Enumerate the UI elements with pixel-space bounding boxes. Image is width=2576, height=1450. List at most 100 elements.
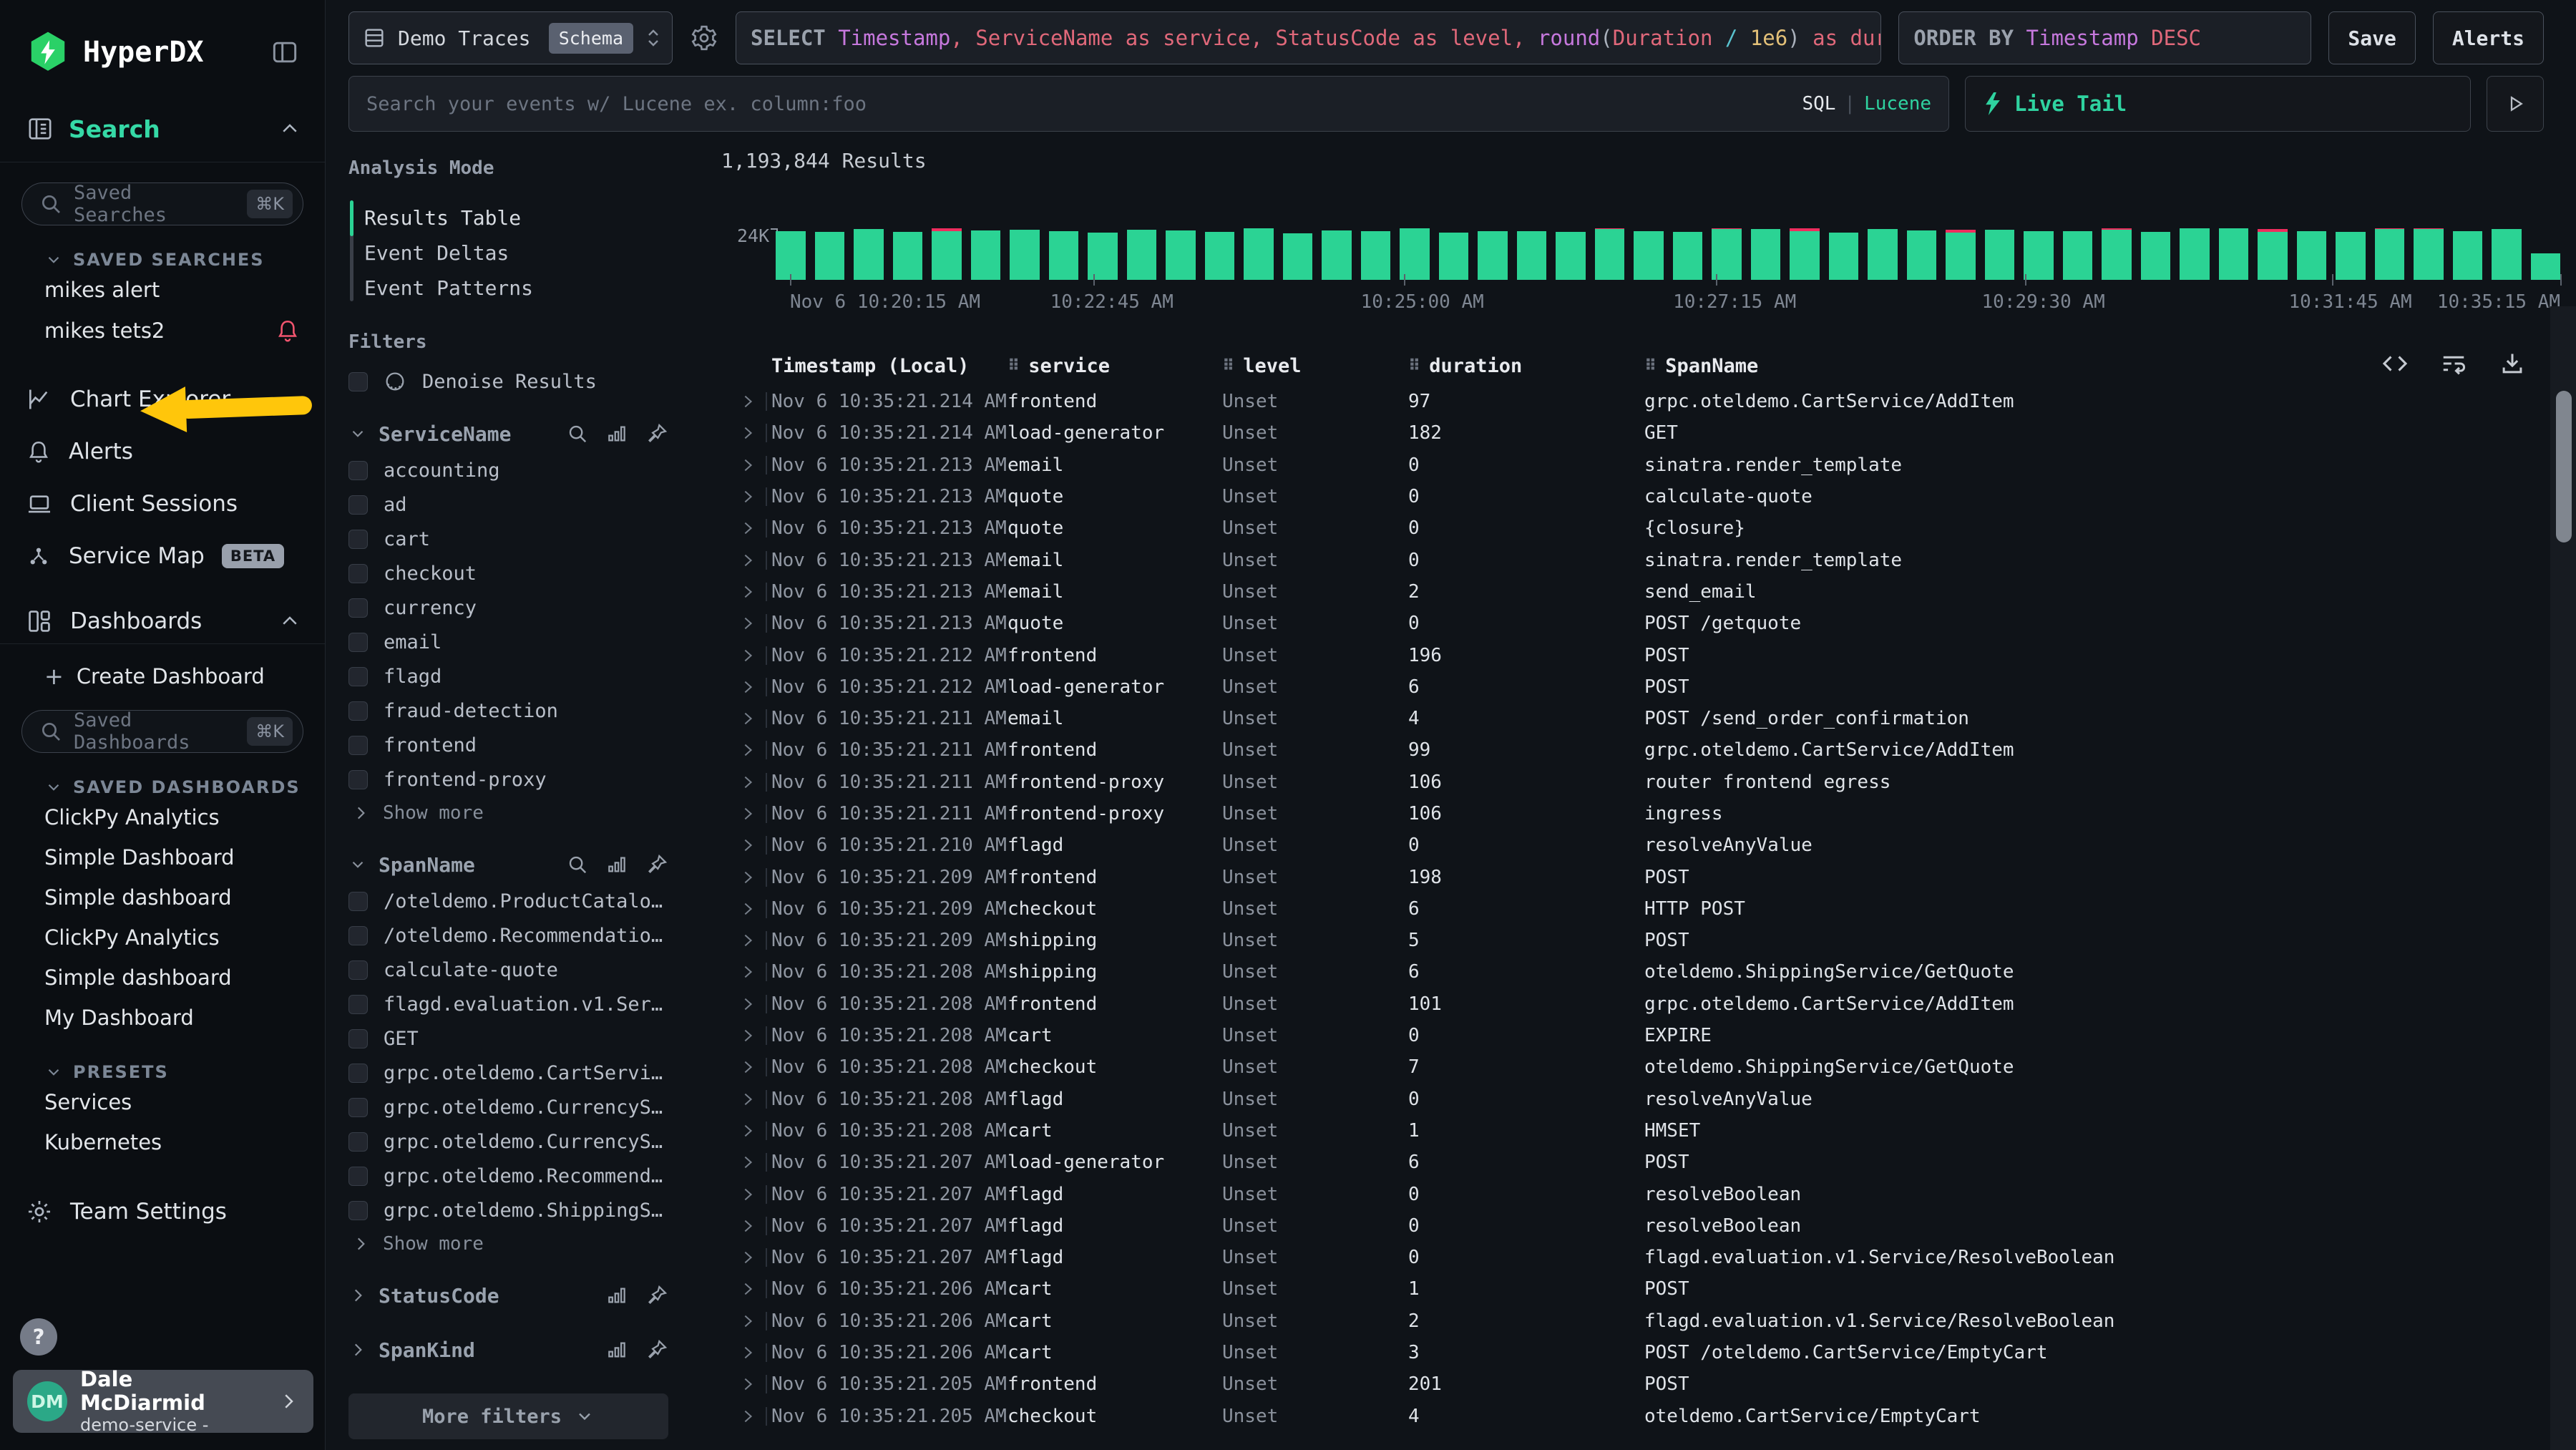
expand-row-chevron-icon[interactable]: [721, 678, 771, 696]
table-row[interactable]: Nov 6 10:35:21.211 AMfrontend-proxyUnset…: [721, 767, 2576, 798]
run-query-button[interactable]: [2487, 76, 2544, 132]
expand-row-chevron-icon[interactable]: [721, 1217, 771, 1235]
saved-dashboard-item[interactable]: Simple dashboard: [0, 877, 325, 918]
filter-checkbox-item[interactable]: currency: [348, 590, 668, 625]
expand-row-chevron-icon[interactable]: [721, 836, 771, 855]
sidebar-item-chart-explorer[interactable]: Chart Explorer: [0, 376, 325, 423]
chart-icon[interactable]: [605, 1338, 628, 1361]
more-filters-button[interactable]: More filters: [348, 1393, 668, 1439]
expand-row-chevron-icon[interactable]: [721, 1185, 771, 1204]
filter-checkbox-item[interactable]: fraud-detection: [348, 694, 668, 728]
histogram-bar[interactable]: [854, 229, 884, 280]
table-row[interactable]: Nov 6 10:35:21.211 AMfrontend-proxyUnset…: [721, 798, 2576, 829]
pin-icon[interactable]: [645, 853, 668, 876]
histogram-bar[interactable]: [1244, 228, 1274, 280]
saved-dashboard-item[interactable]: ClickPy Analytics: [0, 918, 325, 958]
saved-search-item[interactable]: mikes alert: [0, 270, 325, 310]
chart-icon[interactable]: [605, 853, 628, 876]
histogram-bar[interactable]: [1127, 230, 1157, 280]
saved-searches-input[interactable]: Saved Searches ⌘K: [21, 183, 303, 225]
table-row[interactable]: Nov 6 10:35:21.205 AMfrontendUnset201POS…: [721, 1368, 2576, 1400]
show-more-button[interactable]: Show more: [348, 797, 668, 829]
language-toggle-sql[interactable]: SQL: [1802, 93, 1835, 115]
expand-row-chevron-icon[interactable]: [721, 995, 771, 1013]
table-row[interactable]: Nov 6 10:35:21.213 AMquoteUnset0calculat…: [721, 481, 2576, 512]
checkbox[interactable]: [348, 1167, 368, 1186]
checkbox[interactable]: [348, 1201, 368, 1220]
presets-section[interactable]: PRESETS: [44, 1062, 301, 1082]
histogram-bar[interactable]: [2531, 253, 2561, 280]
help-button[interactable]: ?: [20, 1318, 57, 1356]
show-more-button[interactable]: Show more: [348, 1227, 668, 1260]
table-row[interactable]: Nov 6 10:35:21.209 AMcheckoutUnset6HTTP …: [721, 893, 2576, 925]
histogram-bar[interactable]: [1868, 229, 1898, 280]
table-row[interactable]: Nov 6 10:35:21.214 AMfrontendUnset97grpc…: [721, 386, 2576, 417]
expand-row-chevron-icon[interactable]: [721, 773, 771, 792]
histogram-bar[interactable]: [1673, 232, 1703, 280]
expand-row-chevron-icon[interactable]: [721, 1375, 771, 1393]
table-row[interactable]: Nov 6 10:35:21.211 AMfrontendUnset99grpc…: [721, 734, 2576, 766]
histogram-bar[interactable]: [1751, 229, 1781, 280]
table-row[interactable]: Nov 6 10:35:21.206 AMcartUnset3POST /ote…: [721, 1337, 2576, 1368]
expand-row-chevron-icon[interactable]: [721, 804, 771, 823]
expand-row-chevron-icon[interactable]: [721, 614, 771, 633]
table-row[interactable]: Nov 6 10:35:21.207 AMflagdUnset0resolveB…: [721, 1210, 2576, 1242]
expand-row-chevron-icon[interactable]: [721, 1026, 771, 1045]
expand-row-chevron-icon[interactable]: [721, 900, 771, 918]
histogram-bar[interactable]: [2336, 232, 2366, 280]
sql-select-input[interactable]: SELECT Timestamp, ServiceName as service…: [736, 11, 1881, 64]
filter-checkbox-item[interactable]: flagd.evaluation.v1.Ser…: [348, 987, 668, 1021]
user-menu[interactable]: DM Dale McDiarmid demo-service -: [13, 1370, 313, 1433]
expand-row-chevron-icon[interactable]: [721, 1153, 771, 1172]
histogram-bar[interactable]: [2219, 228, 2249, 280]
histogram-bar[interactable]: [2453, 231, 2483, 280]
sidebar-item-service-map[interactable]: Service MapBETA: [0, 533, 325, 579]
order-by-input[interactable]: ORDER BY Timestamp DESC: [1898, 11, 2311, 64]
column-header-service[interactable]: ⠿service: [1008, 355, 1222, 377]
checkbox[interactable]: [348, 598, 368, 618]
histogram-bar[interactable]: [2024, 231, 2054, 280]
histogram-bar[interactable]: [1010, 230, 1040, 280]
filter-checkbox-item[interactable]: email: [348, 625, 668, 659]
table-row[interactable]: Nov 6 10:35:21.206 AMcartUnset1POST: [721, 1273, 2576, 1305]
table-row[interactable]: Nov 6 10:35:21.213 AMquoteUnset0POST /ge…: [721, 608, 2576, 639]
event-search-input[interactable]: Search your events w/ Lucene ex. column:…: [348, 76, 1949, 132]
column-header-timestamp-local-[interactable]: Timestamp (Local): [771, 355, 1008, 377]
expand-row-chevron-icon[interactable]: [721, 551, 771, 570]
filter-group-servicename[interactable]: ServiceName: [348, 414, 668, 453]
table-row[interactable]: Nov 6 10:35:21.213 AMquoteUnset0{closure…: [721, 512, 2576, 544]
checkbox[interactable]: [348, 926, 368, 945]
histogram-bar[interactable]: [1517, 231, 1547, 280]
collapse-sidebar-icon[interactable]: [269, 37, 301, 68]
search-icon[interactable]: [567, 854, 588, 875]
filter-checkbox-item[interactable]: flagd: [348, 659, 668, 694]
histogram-bar[interactable]: [1556, 232, 1586, 280]
histogram-bar[interactable]: [893, 232, 923, 280]
filter-checkbox-item[interactable]: accounting: [348, 453, 668, 487]
schema-badge[interactable]: Schema: [549, 23, 633, 54]
filter-group-statuscode[interactable]: StatusCode: [348, 1276, 668, 1315]
histogram-bar[interactable]: [2180, 228, 2210, 280]
histogram-bar[interactable]: [1439, 233, 1469, 280]
expand-row-chevron-icon[interactable]: [721, 519, 771, 537]
events-histogram[interactable]: 24K Nov 6 10:20:15 AM10:22:45 AM10:25:00…: [721, 185, 2576, 327]
expand-row-chevron-icon[interactable]: [721, 424, 771, 442]
filter-checkbox-item[interactable]: grpc.oteldemo.Recommend…: [348, 1159, 668, 1193]
expand-row-chevron-icon[interactable]: [721, 487, 771, 506]
saved-dashboard-item[interactable]: Simple Dashboard: [0, 837, 325, 877]
expand-row-chevron-icon[interactable]: [721, 456, 771, 475]
wrap-lines-icon[interactable]: [2440, 350, 2467, 377]
filter-checkbox-item[interactable]: GET: [348, 1021, 668, 1056]
histogram-bar[interactable]: [1088, 233, 1118, 280]
table-row[interactable]: Nov 6 10:35:21.205 AMcheckoutUnset4oteld…: [721, 1401, 2576, 1432]
expand-row-chevron-icon[interactable]: [721, 583, 771, 601]
histogram-bar[interactable]: [1595, 229, 1625, 280]
table-row[interactable]: Nov 6 10:35:21.208 AMcheckoutUnset7oteld…: [721, 1051, 2576, 1083]
filter-checkbox-item[interactable]: frontend: [348, 728, 668, 762]
expand-row-chevron-icon[interactable]: [721, 1248, 771, 1267]
preset-item[interactable]: Kubernetes: [0, 1122, 325, 1162]
denoise-results-checkbox[interactable]: Denoise Results: [348, 364, 668, 399]
saved-dashboards-input[interactable]: Saved Dashboards ⌘K: [21, 710, 303, 753]
table-row[interactable]: Nov 6 10:35:21.208 AMfrontendUnset101grp…: [721, 988, 2576, 1020]
filter-checkbox-item[interactable]: grpc.oteldemo.CartServi…: [348, 1056, 668, 1090]
